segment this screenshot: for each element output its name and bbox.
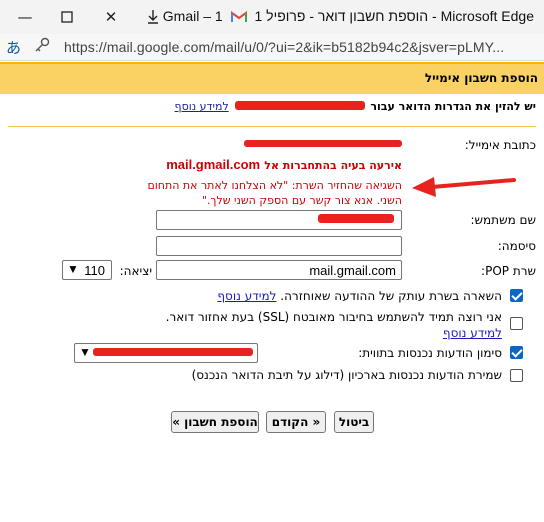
- ssl-option: אני רוצה תמיד להשתמש בחיבור מאובטח (SSL)…: [110, 309, 502, 341]
- window-title: Gmail – 1 הוספת חשבון דואר - פרופיל 1 - …: [163, 8, 534, 24]
- address-bar: あ https://mail.google.com/mail/u/0/?ui=2…: [0, 34, 544, 61]
- ssl-learn-more-link[interactable]: למידע נוסף: [443, 326, 502, 340]
- dialog-header: הוספת חשבון אימייל: [0, 62, 544, 94]
- error-host: mail.gmail.com: [166, 157, 261, 172]
- error-message: השגיאה שהחזיר השרת: "לא הצלחנו לאתר את ה…: [147, 179, 403, 207]
- chevron-down-icon: ▼: [67, 262, 79, 276]
- arrow-icon: [412, 177, 516, 197]
- error-title: אירעה בעיה בהתחברות אל: [264, 159, 402, 172]
- port-value: 110: [84, 263, 105, 278]
- port-label: יציאה:: [119, 264, 152, 278]
- window-titlebar: — ✕ Gmail – 1 הוספת חשבון דואר - פרופיל …: [0, 0, 544, 34]
- error-title-line: אירעה בעיה בהתחברות אל mail.gmail.com: [166, 157, 402, 172]
- key-icon[interactable]: [34, 37, 50, 57]
- leave-copy-learn-more-link[interactable]: למידע נוסף: [217, 289, 276, 303]
- redacted-email: [234, 101, 365, 110]
- window-title-text: הוספת חשבון דואר - פרופיל 1 - Microsoft …: [254, 8, 535, 24]
- redacted-email-address: [244, 140, 402, 147]
- gmail-icon: [230, 11, 247, 22]
- download-icon[interactable]: [144, 8, 162, 26]
- minimize-icon[interactable]: —: [16, 8, 34, 26]
- translate-icon[interactable]: あ: [6, 37, 21, 58]
- username-label: שם משתמש:: [470, 213, 536, 227]
- url-text[interactable]: https://mail.google.com/mail/u/0/?ui=2&i…: [64, 39, 504, 55]
- dialog-title: הוספת חשבון אימייל: [424, 71, 538, 85]
- intro-learn-more-link[interactable]: למידע נוסף: [175, 100, 229, 113]
- archive-checkbox[interactable]: [510, 369, 523, 382]
- password-label: סיסמה:: [497, 239, 536, 253]
- pop-server-label: שרת POP:: [481, 264, 536, 278]
- maximize-icon[interactable]: [58, 8, 76, 26]
- intro-line: יש להזין את הגדרות הדואר עבור למידע נוסף: [175, 100, 536, 113]
- label-select[interactable]: ▼: [74, 343, 258, 363]
- add-account-button[interactable]: הוספת חשבון »: [171, 411, 259, 433]
- intro-text: יש להזין את הגדרות הדואר עבור: [370, 100, 536, 113]
- ssl-label: אני רוצה תמיד להשתמש בחיבור מאובטח (SSL)…: [165, 310, 502, 324]
- password-input[interactable]: [156, 236, 402, 256]
- email-label: כתובת אימייל:: [464, 138, 536, 152]
- leave-copy-label: השארה בשרת עותק של ההודעה שאוחזרה.: [280, 289, 502, 303]
- port-select[interactable]: ▼ 110: [62, 260, 112, 280]
- chevron-down-icon: ▼: [79, 345, 91, 359]
- label-incoming-label: סימון הודעות נכנסות בתווית:: [358, 346, 502, 360]
- leave-copy-option: השארה בשרת עותק של ההודעה שאוחזרה. למידע…: [217, 289, 502, 303]
- pop-server-input[interactable]: [156, 260, 402, 280]
- redacted-label-value: [93, 348, 253, 356]
- ssl-checkbox[interactable]: [510, 317, 523, 330]
- cancel-button[interactable]: ביטול: [334, 411, 374, 433]
- redacted-username: [318, 214, 394, 223]
- label-incoming-checkbox[interactable]: [510, 346, 523, 359]
- close-icon[interactable]: ✕: [102, 8, 120, 26]
- archive-label: שמירת הודעות נכנסות בארכיון (דילוג על תי…: [191, 368, 502, 382]
- window-title-gmail: Gmail – 1: [162, 8, 227, 24]
- divider: [8, 126, 536, 127]
- leave-copy-checkbox[interactable]: [510, 289, 523, 302]
- back-button[interactable]: « הקודם: [266, 411, 326, 433]
